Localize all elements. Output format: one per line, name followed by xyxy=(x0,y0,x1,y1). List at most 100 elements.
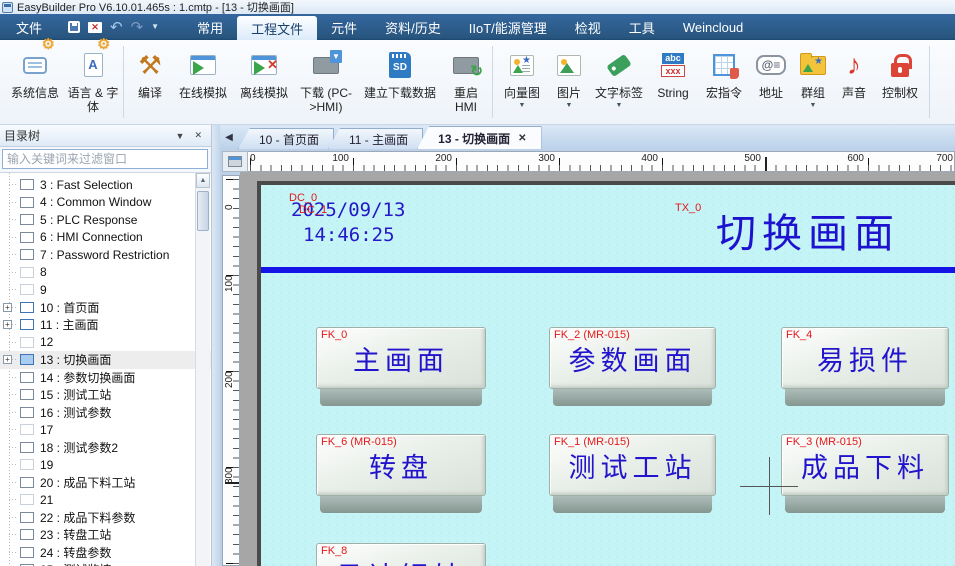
doc-tab-13-active[interactable]: 13 - 切换画面 ✕ xyxy=(417,126,541,149)
expand-icon[interactable] xyxy=(3,303,12,312)
menu-bar: 文件 ✕ ↶ ↷ ▼ 常用 工程文件 元件 资料/历史 IIoT/能源管理 检视… xyxy=(0,14,955,40)
tree-scrollbar[interactable]: ▲ xyxy=(195,173,210,566)
quick-access-caret-icon[interactable]: ▼ xyxy=(151,23,159,31)
dropdown-caret-icon[interactable]: ▼ xyxy=(519,102,526,109)
tree-item[interactable]: 10 : 首页面 xyxy=(0,299,211,317)
hmi-screen-canvas[interactable]: DC_0 DC_1 2025/09/13 14:46:25 TX_0 切换画面 … xyxy=(257,181,955,566)
online-simulation-button[interactable]: 在线模拟 xyxy=(173,44,233,100)
text-label-icon xyxy=(608,46,630,84)
horizontal-ruler: 0 100 200 300 400 500 600 700 xyxy=(248,151,955,172)
build-download-data-button[interactable]: SD 建立下载数据 xyxy=(357,44,443,100)
tab-scroll-left-icon[interactable]: ◀ xyxy=(220,127,238,149)
text-label-button[interactable]: 文字标签 ▼ xyxy=(590,44,648,109)
menu-tab-tool[interactable]: 工具 xyxy=(615,14,669,40)
online-simulation-icon xyxy=(190,46,216,84)
tree-filter-input[interactable] xyxy=(2,149,208,169)
group-button[interactable]: ★ 群组 ▼ xyxy=(792,44,834,109)
tree-item[interactable]: 14 : 参数切换画面 xyxy=(0,369,211,387)
panel-caret-icon[interactable]: ▼ xyxy=(171,131,190,141)
function-key-motor-shaft[interactable]: FK_8 马达钢轴 xyxy=(316,543,486,566)
compile-button[interactable]: ⚒ 编译 xyxy=(127,44,173,100)
vector-graphic-button[interactable]: ★ 向量图 ▼ xyxy=(496,44,548,109)
tree-item[interactable]: 23 : 转盘工站 xyxy=(0,526,211,544)
expand-icon[interactable] xyxy=(3,355,12,364)
tree-item-selected[interactable]: 13 : 切换画面 xyxy=(0,351,211,369)
tree-item[interactable]: 6 : HMI Connection xyxy=(0,229,211,247)
menu-tab-iiot-energy[interactable]: IIoT/能源管理 xyxy=(455,14,561,40)
panel-splitter[interactable] xyxy=(212,125,220,566)
tree-item[interactable]: 3 : Fast Selection xyxy=(0,176,211,194)
menu-tab-object[interactable]: 元件 xyxy=(317,14,371,40)
group-icon: ★ xyxy=(800,46,826,84)
scroll-up-icon[interactable]: ▲ xyxy=(196,173,210,188)
menu-tab-project[interactable]: 工程文件 xyxy=(237,16,317,40)
string-button[interactable]: abc xxx String xyxy=(648,44,698,100)
language-font-button[interactable]: A⚙ 语言 & 字体 xyxy=(66,44,120,115)
object-tag: DC_1 xyxy=(299,205,327,216)
control-token-button[interactable]: 控制权 xyxy=(874,44,926,100)
picture-button[interactable]: 图片 ▼ xyxy=(548,44,590,109)
menu-tab-common[interactable]: 常用 xyxy=(183,14,237,40)
tree-item[interactable]: 24 : 转盘参数 xyxy=(0,544,211,562)
redo-icon[interactable]: ↷ xyxy=(131,20,144,35)
button-base-bar xyxy=(785,496,945,513)
scrollbar-thumb[interactable] xyxy=(197,191,209,231)
tree-item[interactable]: 4 : Common Window xyxy=(0,194,211,212)
download-button[interactable]: ▼ 下载 (PC->HMI) xyxy=(295,44,357,115)
divider-line[interactable] xyxy=(261,267,955,273)
system-info-button[interactable]: ⚙ 系统信息 xyxy=(4,44,66,100)
tree-item[interactable]: 12 xyxy=(0,334,211,352)
tree-item[interactable]: 8 xyxy=(0,264,211,282)
tree-item[interactable]: 16 : 测试参数 xyxy=(0,404,211,422)
tree-item[interactable]: 18 : 测试参数2 xyxy=(0,439,211,457)
tree-item[interactable]: 22 : 成品下料参数 xyxy=(0,509,211,527)
panel-close-icon[interactable]: ✕ xyxy=(189,130,207,141)
menu-tab-data-history[interactable]: 资料/历史 xyxy=(371,14,455,40)
tree-item[interactable]: 21 xyxy=(0,491,211,509)
save-icon[interactable] xyxy=(68,21,80,33)
tree-item[interactable]: 5 : PLC Response xyxy=(0,211,211,229)
window-title: EasyBuilder Pro V6.10.01.465s : 1.cmtp -… xyxy=(17,0,294,15)
screen-title-text[interactable]: 切换画面 xyxy=(663,201,953,259)
tree-item[interactable]: 9 xyxy=(0,281,211,299)
menu-tabs: 常用 工程文件 元件 资料/历史 IIoT/能源管理 检视 工具 Weinclo… xyxy=(183,14,757,40)
menu-tab-view[interactable]: 检视 xyxy=(561,14,615,40)
crosshair-cursor xyxy=(769,457,770,515)
offline-simulation-button[interactable]: ✕ 离线模拟 xyxy=(233,44,295,100)
function-key-turntable[interactable]: FK_6 (MR-015) 转盘 xyxy=(316,434,486,513)
tree-item[interactable]: 15 : 测试工站 xyxy=(0,386,211,404)
sound-button[interactable]: ♪ 声音 xyxy=(834,44,874,100)
menu-tab-weincloud[interactable]: Weincloud xyxy=(669,14,757,40)
function-key-wear-parts[interactable]: FK_4 易损件 xyxy=(781,327,949,406)
tree-item[interactable]: 11 : 主画面 xyxy=(0,316,211,334)
dropdown-caret-icon[interactable]: ▼ xyxy=(810,102,817,109)
object-tag: FK_3 (MR-015) xyxy=(786,436,862,448)
close-window-icon[interactable]: ✕ xyxy=(88,22,102,33)
dropdown-caret-icon[interactable]: ▼ xyxy=(616,102,623,109)
doc-tab-10[interactable]: 10 - 首页面 xyxy=(238,128,334,149)
button-base-bar xyxy=(320,389,482,406)
tree-item[interactable]: 25 : 测试监控 xyxy=(0,561,211,566)
tree-item[interactable]: 20 : 成品下料工站 xyxy=(0,474,211,492)
ruler-corner[interactable] xyxy=(222,151,248,172)
function-key-parameter-screen[interactable]: FK_2 (MR-015) 参数画面 xyxy=(549,327,716,406)
button-base-bar xyxy=(785,389,945,406)
dropdown-caret-icon[interactable]: ▼ xyxy=(566,102,573,109)
undo-icon[interactable]: ↶ xyxy=(110,20,123,35)
function-key-test-station[interactable]: FK_1 (MR-015) 测试工站 xyxy=(549,434,716,513)
tree-item[interactable]: 7 : Password Restriction xyxy=(0,246,211,264)
ruler-cursor-marker xyxy=(225,482,239,484)
offline-simulation-icon: ✕ xyxy=(251,46,277,84)
tab-close-icon[interactable]: ✕ xyxy=(518,133,526,144)
address-button[interactable]: @≡ 地址 xyxy=(750,44,792,100)
time-display[interactable]: 14:46:25 xyxy=(303,224,395,246)
macro-button[interactable]: 宏指令 xyxy=(698,44,750,100)
function-key-finished-unload[interactable]: FK_3 (MR-015) 成品下料 xyxy=(781,434,949,513)
tree-item[interactable]: 19 xyxy=(0,456,211,474)
vertical-ruler: 0 100 200 300 xyxy=(222,175,240,566)
reboot-hmi-button[interactable]: ↻ 重启 HMI xyxy=(443,44,489,115)
expand-icon[interactable] xyxy=(3,320,12,329)
tree-item[interactable]: 17 xyxy=(0,421,211,439)
doc-tab-11[interactable]: 11 - 主画面 xyxy=(328,128,423,149)
function-key-main-screen[interactable]: FK_0 主画面 xyxy=(316,327,486,406)
